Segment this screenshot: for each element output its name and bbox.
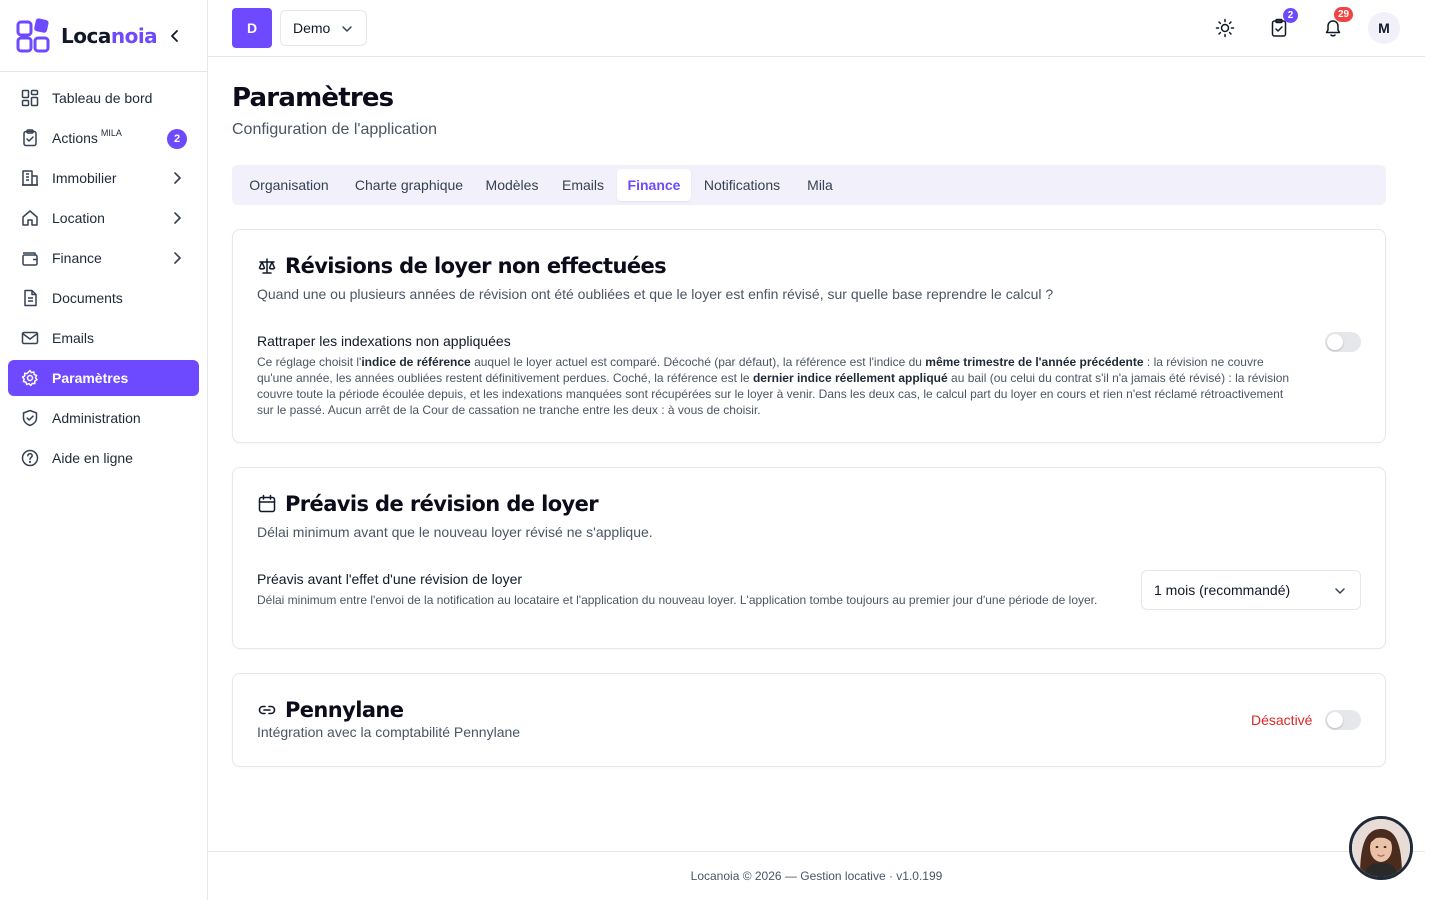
- document-icon: [20, 288, 40, 308]
- sidebar: Locanoia Tableau de bord Actions MILA 2 …: [0, 0, 208, 900]
- sidebar-item-parametres[interactable]: Paramètres: [8, 360, 199, 396]
- help-circle-icon: [20, 448, 40, 468]
- sidebar-item-aide-en-ligne[interactable]: Aide en ligne: [8, 440, 199, 476]
- tab-charte-graphique[interactable]: Charte graphique: [346, 169, 472, 201]
- rattraper-indexations-label: Rattraper les indexations non appliquées: [257, 333, 511, 349]
- tasks-count-badge: 2: [1283, 8, 1298, 23]
- shield-check-icon: [20, 408, 40, 428]
- building-icon: [20, 168, 40, 188]
- organization-avatar[interactable]: D: [232, 8, 272, 48]
- preavis-setting-label: Préavis avant l'effet d'une révision de …: [257, 571, 523, 587]
- tab-modeles[interactable]: Modèles: [476, 169, 548, 201]
- organization-select[interactable]: Demo: [280, 10, 367, 46]
- sidebar-nav: Tableau de bord Actions MILA 2 Immobilie…: [0, 72, 207, 488]
- preavis-select[interactable]: 1 mois (recommandé): [1141, 570, 1361, 610]
- preavis-card-description: Délai minimum avant que le nouveau loyer…: [257, 524, 653, 540]
- link-icon: [257, 700, 277, 720]
- chevron-left-icon: [171, 30, 178, 42]
- preavis-select-value: 1 mois (recommandé): [1154, 582, 1291, 598]
- chevron-down-icon: [342, 26, 352, 32]
- notifications-count-badge: 29: [1334, 7, 1354, 22]
- rattraper-indexations-toggle[interactable]: [1325, 332, 1361, 352]
- footer-text: Locanoia © 2026 — Gestion locative · v1.…: [690, 869, 943, 883]
- pennylane-card: Pennylane Intégration avec la comptabili…: [232, 673, 1386, 767]
- sidebar-item-label: Emails: [52, 330, 95, 346]
- settings-tabs: Organisation Charte graphique Modèles Em…: [232, 165, 1386, 205]
- revisions-card-description: Quand une ou plusieurs années de révisio…: [257, 286, 1054, 302]
- locanoia-logo-icon: [16, 17, 52, 54]
- wallet-icon: [20, 248, 40, 268]
- tab-mila[interactable]: Mila: [795, 169, 845, 201]
- preavis-card: Préavis de révision de loyer Délai minim…: [232, 467, 1386, 649]
- chevron-down-icon: [1335, 588, 1345, 594]
- clipboard-check-icon: [20, 128, 40, 148]
- mail-icon: [20, 328, 40, 348]
- sidebar-item-label: Actions: [52, 130, 98, 146]
- sidebar-item-documents[interactable]: Documents: [8, 280, 199, 316]
- footer: Locanoia © 2026 — Gestion locative · v1.…: [208, 851, 1425, 900]
- home-icon: [20, 208, 40, 228]
- assistant-portrait-icon: [1352, 819, 1410, 877]
- sidebar-item-label: Finance: [52, 250, 102, 266]
- sidebar-item-tableau-de-bord[interactable]: Tableau de bord: [8, 80, 199, 116]
- pennylane-status-text: Désactivé: [1251, 712, 1313, 728]
- sidebar-item-location[interactable]: Location: [8, 200, 199, 236]
- actions-count-badge: 2: [167, 129, 187, 149]
- revisions-card: Révisions de loyer non effectuées Quand …: [232, 229, 1386, 443]
- user-avatar[interactable]: M: [1368, 12, 1400, 44]
- sidebar-item-administration[interactable]: Administration: [8, 400, 199, 436]
- calendar-icon: [257, 494, 277, 514]
- sidebar-item-label: Paramètres: [52, 370, 129, 386]
- sidebar-item-label: Immobilier: [52, 170, 117, 186]
- chevron-right-icon: [174, 172, 181, 184]
- tab-finance[interactable]: Finance: [617, 169, 691, 201]
- page-title: Paramètres: [232, 83, 394, 113]
- preavis-setting-help: Délai minimum entre l'envoi de la notifi…: [257, 593, 1098, 607]
- collapse-sidebar-button[interactable]: [165, 26, 185, 46]
- organization-select-value: Demo: [293, 20, 331, 36]
- sun-icon: [1215, 18, 1235, 38]
- assistant-avatar-button[interactable]: [1349, 816, 1413, 880]
- preavis-card-title: Préavis de révision de loyer: [257, 492, 599, 516]
- sidebar-item-label: Tableau de bord: [52, 90, 153, 106]
- sidebar-item-label: Documents: [52, 290, 123, 306]
- theme-toggle-button[interactable]: [1213, 16, 1237, 40]
- chevron-right-icon: [174, 252, 181, 264]
- page-subtitle: Configuration de l'application: [232, 121, 437, 138]
- mila-superscript: MILA: [100, 128, 122, 138]
- sidebar-item-emails[interactable]: Emails: [8, 320, 199, 356]
- sidebar-item-actions[interactable]: Actions MILA 2: [8, 120, 199, 156]
- scale-icon: [257, 256, 277, 276]
- pennylane-card-description: Intégration avec la comptabilité Pennyla…: [257, 724, 521, 740]
- brand-name: Locanoia: [61, 23, 158, 48]
- sidebar-item-label: Administration: [52, 410, 141, 426]
- pennylane-card-title: Pennylane: [257, 698, 404, 722]
- chevron-right-icon: [174, 212, 181, 224]
- topbar: D Demo 2 29 M: [208, 0, 1425, 57]
- sidebar-item-finance[interactable]: Finance: [8, 240, 199, 276]
- tab-emails[interactable]: Emails: [552, 169, 614, 201]
- sidebar-item-label: Aide en ligne: [52, 450, 133, 466]
- revisions-card-title: Révisions de loyer non effectuées: [257, 254, 667, 278]
- gear-icon: [20, 368, 40, 388]
- pennylane-toggle[interactable]: [1325, 710, 1361, 730]
- rattraper-indexations-help: Ce réglage choisit l'indice de référence…: [257, 355, 1290, 417]
- sidebar-item-immobilier[interactable]: Immobilier: [8, 160, 199, 196]
- tab-notifications[interactable]: Notifications: [695, 169, 789, 201]
- tab-organisation[interactable]: Organisation: [236, 169, 342, 201]
- dashboard-icon: [20, 88, 40, 108]
- brand: Locanoia: [0, 0, 207, 72]
- sidebar-item-label: Location: [52, 210, 105, 226]
